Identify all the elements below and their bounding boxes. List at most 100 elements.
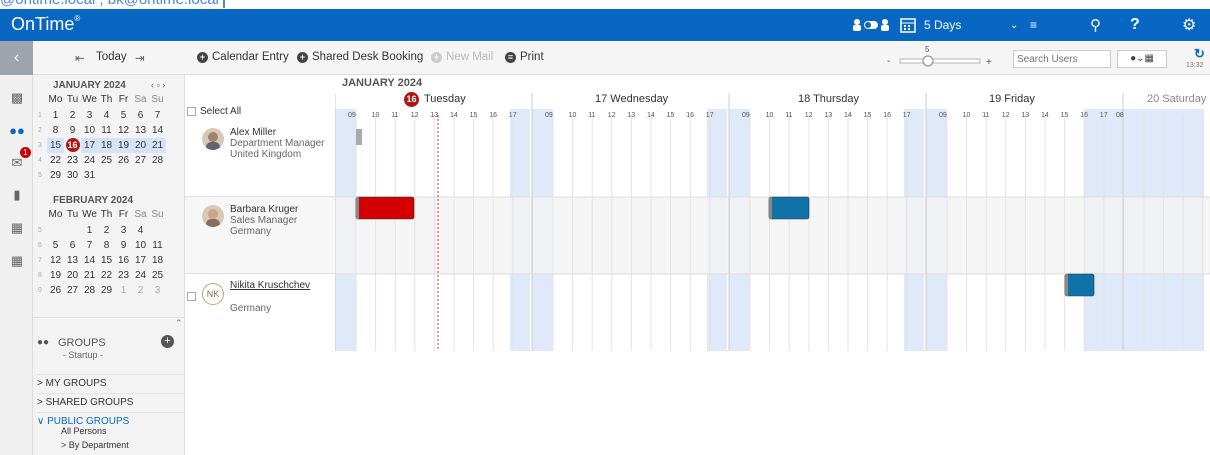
day-cell[interactable]: 27: [132, 153, 149, 168]
day-cell[interactable]: 8: [98, 238, 115, 253]
day-cell[interactable]: 22: [47, 153, 64, 168]
day-cell[interactable]: 27: [64, 283, 81, 298]
day-cell[interactable]: 16: [115, 253, 132, 268]
day-cell[interactable]: 14: [81, 253, 98, 268]
day-cell[interactable]: 6: [64, 238, 81, 253]
view-toggle[interactable]: [852, 9, 890, 41]
day-cell[interactable]: 17: [81, 138, 98, 153]
day-cell[interactable]: 18: [149, 253, 166, 268]
search-users-input[interactable]: [1013, 50, 1111, 68]
day-cell[interactable]: 5: [47, 238, 64, 253]
day-cell[interactable]: 8: [47, 123, 64, 138]
day-cell[interactable]: 9: [115, 238, 132, 253]
person-checkbox[interactable]: [187, 292, 196, 301]
day-cell[interactable]: 21: [149, 138, 166, 153]
day-cell[interactable]: 28: [81, 283, 98, 298]
day-cell[interactable]: [115, 168, 132, 183]
day-cell[interactable]: 26: [47, 283, 64, 298]
timeline-grid[interactable]: 09 10 11 12 13 14 15 16 17 09 10 11 12 13 14 15 16 17 09 10…: [335, 75, 1210, 351]
day-cell[interactable]: 10: [132, 238, 149, 253]
day-header[interactable]: 20 Saturday: [1147, 93, 1206, 105]
day-cell[interactable]: 1: [81, 223, 98, 238]
day-cell[interactable]: 24: [81, 153, 98, 168]
next-icon[interactable]: ⇥: [135, 51, 145, 65]
day-cell[interactable]: 19: [47, 268, 64, 283]
day-cell[interactable]: 13: [132, 123, 149, 138]
person-row[interactable]: Barbara Kruger Sales Manager Germany: [185, 197, 335, 274]
day-cell[interactable]: 22: [98, 268, 115, 283]
search-zoom-icon[interactable]: ⚲: [1090, 9, 1101, 41]
view-select[interactable]: 5 Days: [900, 9, 961, 41]
add-group-icon[interactable]: +: [161, 335, 174, 348]
timeline-svg[interactable]: 09 10 11 12 13 14 15 16 17 09 10 11 12 13 14 15 16 17 09 10…: [335, 75, 1210, 351]
prev-icon[interactable]: ⇤: [75, 51, 85, 65]
day-cell[interactable]: 7: [81, 238, 98, 253]
day-cell[interactable]: 23: [64, 153, 81, 168]
day-header[interactable]: 17 Wednesday: [595, 93, 668, 105]
group-section[interactable]: ∨ PUBLIC GROUPS: [37, 412, 185, 427]
day-cell[interactable]: 15: [98, 253, 115, 268]
today-day-cell[interactable]: 16: [65, 138, 80, 152]
day-header[interactable]: Tuesday: [424, 93, 466, 105]
group-sub-item[interactable]: > By Department: [61, 440, 129, 450]
day-cell[interactable]: 13: [64, 253, 81, 268]
day-cell[interactable]: [64, 223, 81, 238]
person-name[interactable]: Nikita Kruschchev: [230, 280, 310, 291]
day-cell[interactable]: 15: [47, 138, 64, 153]
day-cell[interactable]: 25: [98, 153, 115, 168]
day-cell[interactable]: 25: [149, 268, 166, 283]
day-cell[interactable]: 28: [149, 153, 166, 168]
day-cell[interactable]: 26: [115, 153, 132, 168]
day-cell[interactable]: [149, 223, 166, 238]
people-toggle-icon[interactable]: [852, 18, 890, 32]
day-cell[interactable]: 18: [98, 138, 115, 153]
group-sub-item[interactable]: All Persons: [61, 426, 107, 436]
chart-nav-icon[interactable]: ▮: [9, 187, 25, 203]
day-cell[interactable]: [98, 168, 115, 183]
user-type-select[interactable]: ●⌄▦: [1117, 50, 1167, 68]
day-cell[interactable]: 30: [64, 168, 81, 183]
person-name[interactable]: Barbara Kruger: [230, 204, 298, 215]
today-button[interactable]: Today: [96, 51, 127, 63]
day-cell[interactable]: 14: [149, 123, 166, 138]
day-cell[interactable]: [149, 168, 166, 183]
day-cell[interactable]: 11: [98, 123, 115, 138]
day-cell[interactable]: 7: [149, 108, 166, 123]
day-cell[interactable]: 2: [64, 108, 81, 123]
print-button[interactable]: ≡ Print: [505, 51, 544, 63]
day-cell[interactable]: 2: [132, 283, 149, 298]
building-nav-icon[interactable]: ▦: [9, 220, 25, 236]
day-cell[interactable]: 2: [98, 223, 115, 238]
day-cell[interactable]: 9: [64, 123, 81, 138]
day-cell[interactable]: 12: [47, 253, 64, 268]
select-all-checkbox[interactable]: [187, 107, 196, 116]
zoom-slider[interactable]: - +: [885, 55, 995, 67]
day-cell[interactable]: 3: [81, 108, 98, 123]
day-header[interactable]: 18 Thursday: [798, 93, 859, 105]
day-cell[interactable]: 10: [81, 123, 98, 138]
day-cell[interactable]: 20: [132, 138, 149, 153]
day-cell[interactable]: 4: [132, 223, 149, 238]
day-cell[interactable]: 29: [98, 283, 115, 298]
day-cell[interactable]: 3: [149, 283, 166, 298]
collapse-panel-icon[interactable]: ‹: [0, 41, 33, 75]
day-cell[interactable]: [132, 168, 149, 183]
help-icon[interactable]: ?: [1130, 9, 1140, 41]
day-header[interactable]: 19 Friday: [989, 93, 1035, 105]
day-cell[interactable]: 4: [98, 108, 115, 123]
day-cell[interactable]: 17: [132, 253, 149, 268]
day-cell[interactable]: 12: [115, 123, 132, 138]
settings-gear-icon[interactable]: ⚙: [1182, 9, 1196, 41]
group-section[interactable]: > MY GROUPS: [37, 374, 185, 389]
day-cell[interactable]: 16: [64, 138, 81, 153]
day-cell[interactable]: 24: [132, 268, 149, 283]
calendar-nav-icon[interactable]: ▩: [9, 90, 25, 106]
day-cell[interactable]: [47, 223, 64, 238]
people-nav-icon[interactable]: ●●: [9, 123, 25, 139]
apps-nav-icon[interactable]: ▦: [9, 253, 25, 269]
person-row[interactable]: NK Nikita Kruschchev Germany: [185, 274, 335, 351]
day-cell[interactable]: 1: [47, 108, 64, 123]
view-dropdown-icon[interactable]: ⌄: [1010, 9, 1018, 41]
person-name[interactable]: Alex Miller: [230, 127, 276, 138]
day-cell[interactable]: 11: [149, 238, 166, 253]
